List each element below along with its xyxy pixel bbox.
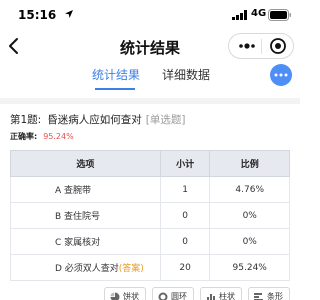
active-tab-indicator <box>95 88 135 90</box>
table-row: A 查腕带 1 4.76% <box>10 176 290 203</box>
accuracy-line: 正确率: 95.24% <box>10 131 74 142</box>
tab-statistics[interactable]: 统计结果 <box>92 66 140 83</box>
accuracy-label: 正确率: <box>10 132 38 141</box>
nav-bar: 统计结果 <box>0 30 300 64</box>
section-divider <box>0 98 300 104</box>
header-option: 选项 <box>10 150 161 177</box>
tab-detailed-data[interactable]: 详细数据 <box>162 66 210 83</box>
option-cell: A 查腕带 <box>10 176 161 203</box>
option-text: A 查腕带 <box>55 186 92 196</box>
option-text: C 家属核对 <box>55 238 101 248</box>
more-options-button[interactable] <box>270 64 292 86</box>
question-number: 第1题: <box>10 114 42 126</box>
option-text: B 查住院号 <box>55 212 101 222</box>
horizontal-bar-chart-icon <box>254 293 263 300</box>
location-arrow-icon <box>65 10 73 18</box>
option-text: D 必须双人查对 <box>55 264 119 274</box>
table-header-row: 选项 小计 比例 <box>10 150 290 177</box>
battery-icon <box>268 9 291 21</box>
count-cell: 20 <box>159 254 211 281</box>
result-table: 选项 小计 比例 A 查腕带 1 4.76% B 查住院号 0 0% C 家属核… <box>10 150 290 281</box>
pie-chart-label: 饼状 <box>123 292 139 300</box>
accuracy-value: 95.24% <box>43 132 74 141</box>
option-cell: D 必须双人查对(答案) <box>10 254 161 281</box>
bar-chart-button[interactable]: 柱状 <box>200 287 242 300</box>
question-text: 昏迷病人应如何查对 <box>47 114 142 126</box>
ratio-cell: 0% <box>209 228 290 255</box>
bar-chart-label: 柱状 <box>219 292 235 300</box>
count-cell: 0 <box>159 202 211 229</box>
header-count: 小计 <box>159 150 211 177</box>
table-row: D 必须双人查对(答案) 20 95.24% <box>10 254 290 281</box>
table-row: C 家属核对 0 0% <box>10 228 290 255</box>
ellipsis-icon <box>274 73 288 77</box>
ratio-cell: 95.24% <box>209 254 290 281</box>
donut-chart-icon <box>158 292 168 300</box>
network-type: 4G <box>251 8 267 19</box>
option-cell: C 家属核对 <box>10 228 161 255</box>
status-time: 15:16 <box>18 8 57 22</box>
close-circle-icon[interactable] <box>269 37 287 55</box>
option-cell: B 查住院号 <box>10 202 161 229</box>
count-cell: 1 <box>159 176 211 203</box>
signal-icon <box>232 10 247 20</box>
ratio-cell: 4.76% <box>209 176 290 203</box>
donut-chart-button[interactable]: 圆环 <box>152 287 194 300</box>
horizontal-bar-chart-button[interactable]: 条形 <box>248 287 290 300</box>
mini-program-capsule <box>228 33 294 59</box>
question-title: 第1题: 昏迷病人应如何查对 [单选题] <box>10 112 295 127</box>
status-bar: 15:16 4G <box>0 0 300 30</box>
table-row: B 查住院号 0 0% <box>10 202 290 229</box>
count-cell: 0 <box>159 228 211 255</box>
answer-tag: (答案) <box>118 264 144 274</box>
more-dots-icon[interactable] <box>238 40 256 52</box>
bar-chart-icon <box>207 294 215 300</box>
chart-type-buttons: 饼状 圆环 柱状 条形 <box>0 287 300 300</box>
ratio-cell: 0% <box>209 202 290 229</box>
tab-bar: 统计结果 详细数据 <box>0 64 300 94</box>
capsule-divider <box>261 39 262 54</box>
pie-chart-icon <box>110 292 120 300</box>
pie-chart-button[interactable]: 饼状 <box>104 287 146 300</box>
donut-chart-label: 圆环 <box>171 292 187 300</box>
header-ratio: 比例 <box>209 150 290 177</box>
question-type: [单选题] <box>145 114 186 126</box>
horizontal-bar-chart-label: 条形 <box>267 292 283 300</box>
